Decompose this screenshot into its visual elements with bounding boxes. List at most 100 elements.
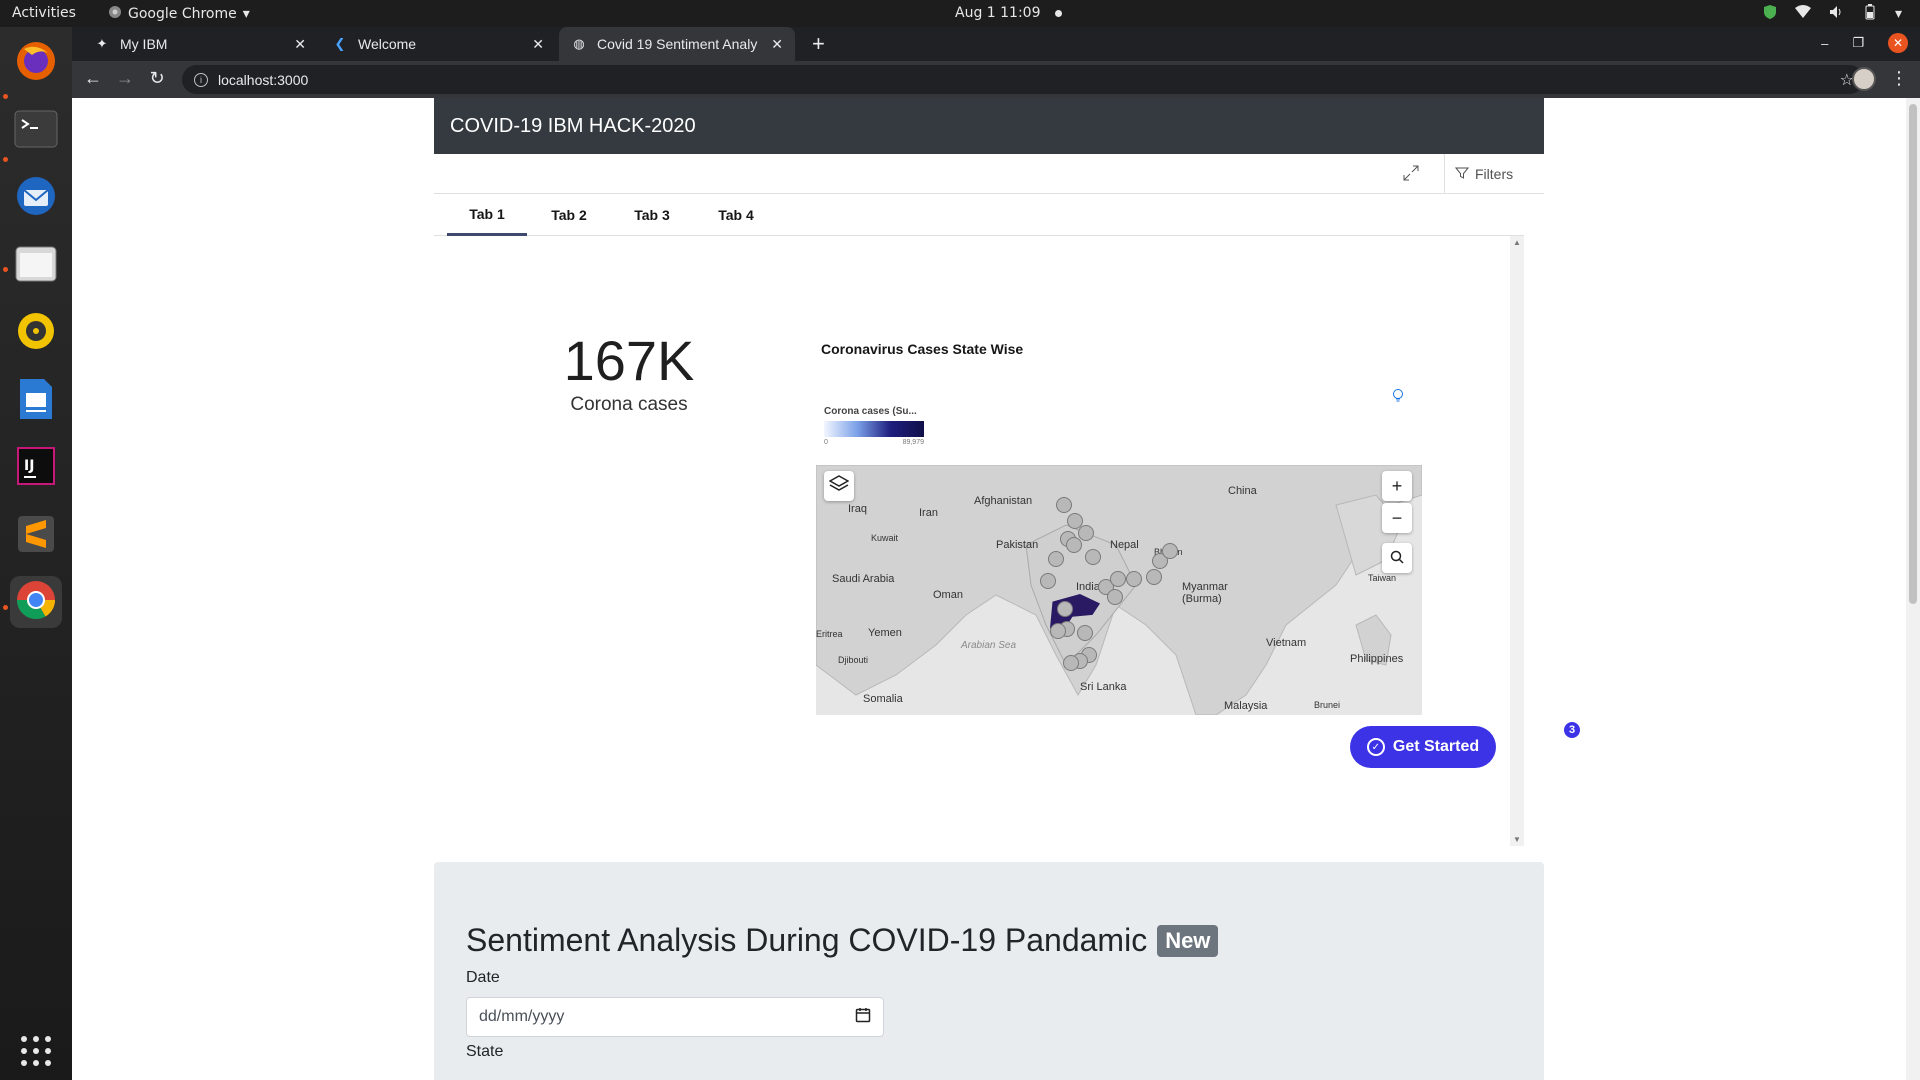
- map-bubble[interactable]: [1162, 543, 1178, 559]
- scrollbar-thumb[interactable]: [1909, 104, 1917, 604]
- calendar-icon[interactable]: [855, 1007, 871, 1028]
- map-label: Taiwan: [1368, 573, 1397, 583]
- map-bubble[interactable]: [1077, 625, 1093, 641]
- shield-icon: [1763, 4, 1777, 24]
- scroll-down-icon[interactable]: ▼: [1513, 835, 1521, 844]
- map-bubble[interactable]: [1107, 589, 1123, 605]
- browser-tab-title: My IBM: [120, 36, 168, 52]
- activities-button[interactable]: Activities: [12, 5, 76, 21]
- tab-4[interactable]: Tab 4: [706, 194, 766, 236]
- globe-favicon-icon: ◍: [573, 36, 585, 51]
- map-bubble[interactable]: [1066, 537, 1082, 553]
- choropleth-map[interactable]: Afghanistan China Iraq Iran Kuwait Pakis…: [816, 465, 1422, 715]
- map-bubble[interactable]: [1050, 623, 1066, 639]
- restore-icon[interactable]: ❐: [1852, 35, 1864, 51]
- app-grid-icon: [20, 1035, 52, 1072]
- address-bar[interactable]: i localhost:3000 ☆: [182, 65, 1864, 94]
- map-bubble[interactable]: [1078, 525, 1094, 541]
- map-label: Philippines: [1350, 653, 1404, 665]
- dock-terminal[interactable]: [10, 105, 62, 157]
- running-indicator: [3, 157, 8, 162]
- dock-show-apps[interactable]: [10, 1027, 62, 1079]
- dock-firefox[interactable]: [10, 37, 62, 89]
- dashboard-title: COVID-19 IBM HACK-2020: [450, 115, 696, 137]
- browser-toolbar: ← → ↻ i localhost:3000 ☆ ⋮: [72, 61, 1920, 98]
- page-scrollbar[interactable]: [1906, 98, 1920, 1080]
- chrome-icon: [14, 578, 58, 627]
- dock: IJ: [0, 27, 72, 1080]
- map-label: Kuwait: [871, 533, 899, 543]
- back-arrow-icon[interactable]: ←: [82, 68, 104, 89]
- profile-avatar[interactable]: [1852, 67, 1876, 91]
- running-indicator: [3, 605, 8, 610]
- expand-icon[interactable]: [1402, 164, 1422, 184]
- filters-label: Filters: [1475, 166, 1514, 182]
- caret-down-icon: ▾: [242, 6, 250, 22]
- map-bubble[interactable]: [1040, 573, 1056, 589]
- map-title: Coronavirus Cases State Wise: [821, 341, 1024, 357]
- zoom-in-button[interactable]: +: [1382, 471, 1412, 501]
- dashboard-toolbar: Filters: [434, 154, 1544, 194]
- map-bubble[interactable]: [1057, 601, 1073, 617]
- notification-dot-icon: [1054, 9, 1062, 17]
- app-menu-label: Google Chrome: [128, 6, 237, 22]
- svg-text:IJ: IJ: [24, 458, 34, 474]
- map-label: Afghanistan: [974, 495, 1033, 507]
- map-label: Vietnam: [1266, 637, 1307, 649]
- firefox-icon: [14, 39, 58, 88]
- tab-1[interactable]: Tab 1: [447, 194, 527, 236]
- dock-intellij[interactable]: IJ: [10, 442, 62, 494]
- dashboard-header: COVID-19 IBM HACK-2020: [434, 98, 1544, 154]
- layers-button[interactable]: [824, 471, 854, 501]
- running-indicator: [3, 267, 8, 272]
- close-tab-icon[interactable]: ✕: [294, 36, 306, 53]
- map-bubble[interactable]: [1048, 551, 1064, 567]
- dashboard: COVID-19 IBM HACK-2020 Filters Tab 1 Tab…: [434, 98, 1582, 846]
- map-bubble[interactable]: [1063, 655, 1079, 671]
- thunderbird-icon: [14, 174, 58, 223]
- dock-rhythmbox[interactable]: [10, 307, 62, 359]
- app-menu[interactable]: Google Chrome ▾: [108, 5, 250, 23]
- tab-3[interactable]: Tab 3: [622, 194, 682, 236]
- dock-chrome[interactable]: [10, 576, 62, 628]
- browser-tab-title: Welcome: [358, 36, 417, 52]
- search-icon: [1390, 548, 1404, 569]
- map-bubble[interactable]: [1085, 549, 1101, 565]
- browser-tab[interactable]: ✦ My IBM ✕: [82, 27, 318, 61]
- filters-button[interactable]: Filters: [1444, 154, 1534, 194]
- chrome-menu-icon[interactable]: ⋮: [1890, 68, 1908, 89]
- zoom-out-button[interactable]: −: [1382, 503, 1412, 533]
- close-tab-icon[interactable]: ✕: [771, 36, 783, 53]
- intellij-icon: IJ: [16, 446, 56, 491]
- lightbulb-icon[interactable]: [1392, 388, 1404, 407]
- get-started-button[interactable]: ✓ Get Started: [1350, 726, 1496, 768]
- browser-tab[interactable]: ❮ Welcome ✕: [320, 27, 556, 61]
- map-label: Iraq: [848, 503, 867, 515]
- dock-files[interactable]: [10, 239, 62, 291]
- close-tab-icon[interactable]: ✕: [532, 36, 544, 53]
- site-info-icon[interactable]: i: [194, 72, 208, 87]
- battery-icon: [1863, 4, 1877, 24]
- map-search-button[interactable]: [1382, 543, 1412, 573]
- system-tray[interactable]: ▾: [1763, 4, 1902, 24]
- reload-icon[interactable]: ↻: [146, 68, 168, 89]
- tab-2[interactable]: Tab 2: [539, 194, 599, 236]
- map-bubble[interactable]: [1110, 571, 1126, 587]
- minimize-icon[interactable]: –: [1821, 36, 1828, 51]
- dock-sublime[interactable]: [10, 510, 62, 562]
- map-bubble[interactable]: [1056, 497, 1072, 513]
- map-label: Brunei: [1314, 700, 1341, 710]
- window-close-icon[interactable]: ✕: [1888, 33, 1908, 53]
- browser-tab-active[interactable]: ◍ Covid 19 Sentiment Analy ✕: [559, 27, 795, 61]
- dashboard-scrollbar[interactable]: ▲ ▼: [1510, 236, 1524, 846]
- scroll-up-icon[interactable]: ▲: [1513, 238, 1521, 247]
- dock-writer[interactable]: [10, 375, 62, 427]
- map-bubble[interactable]: [1146, 569, 1162, 585]
- dock-thunderbird[interactable]: [10, 172, 62, 224]
- legend-color-bar: [824, 421, 924, 437]
- map-bubble[interactable]: [1126, 571, 1142, 587]
- forward-arrow-icon[interactable]: →: [114, 68, 136, 89]
- date-input[interactable]: dd/mm/yyyy: [466, 997, 884, 1037]
- clock[interactable]: Aug 1 11:09: [955, 5, 1062, 21]
- new-tab-plus-icon[interactable]: +: [812, 31, 825, 57]
